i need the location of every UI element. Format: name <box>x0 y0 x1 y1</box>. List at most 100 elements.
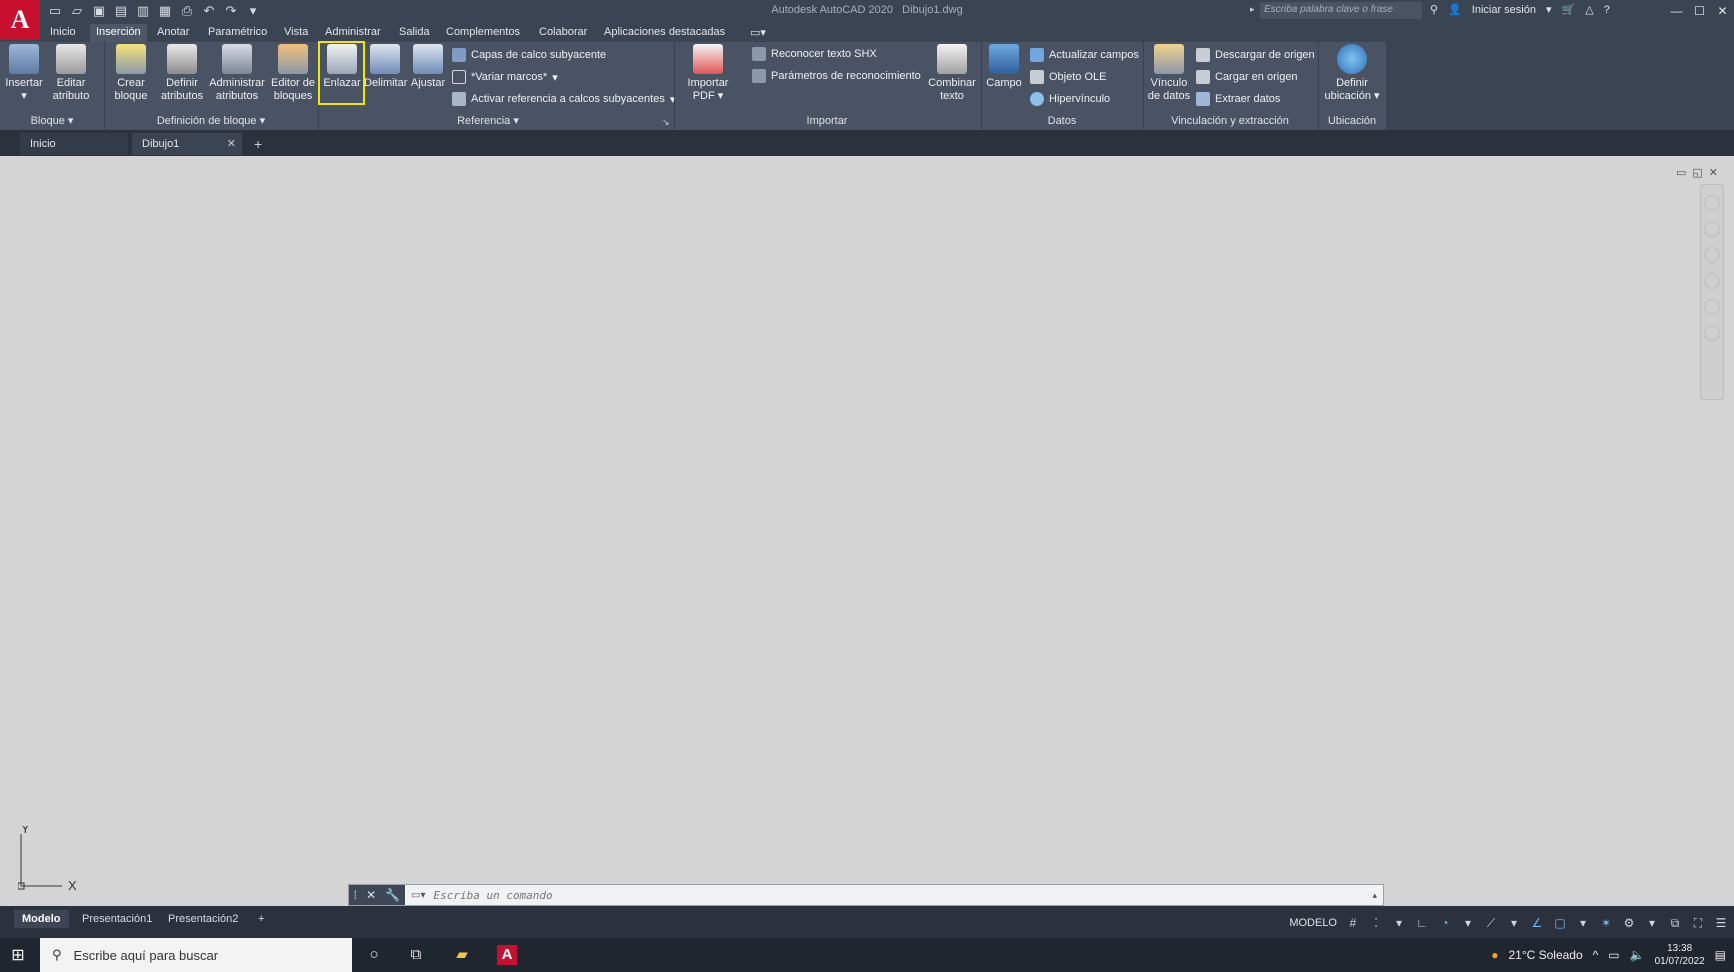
grip-icon[interactable]: ⁞ <box>354 888 357 902</box>
importar-pdf-button[interactable]: Importar PDF ▾ <box>680 44 736 103</box>
editar-atributo-button[interactable]: Editar atributo <box>48 44 94 103</box>
ajustar-button[interactable]: Ajustar <box>408 44 448 90</box>
delimitar-button[interactable]: Delimitar <box>364 44 407 90</box>
descargar-origen-button[interactable]: Descargar de origen <box>1196 46 1315 64</box>
autocad-logo-icon[interactable]: A <box>0 0 40 40</box>
tab-vista[interactable]: Vista <box>284 24 308 42</box>
plot-icon[interactable]: ▦ <box>156 2 174 20</box>
search-expand-icon[interactable]: ▸ <box>1250 4 1255 15</box>
close-icon[interactable]: ✕ <box>1711 0 1734 22</box>
tab-administrar[interactable]: Administrar <box>325 24 381 42</box>
wrench-icon[interactable]: 🔧 <box>385 888 400 902</box>
notifications-icon[interactable]: ▤ <box>1715 948 1726 962</box>
viewport-close-icon[interactable]: ✕ <box>1709 166 1718 179</box>
undo-icon[interactable]: ↶ <box>200 2 218 20</box>
tab-aplicaciones[interactable]: Aplicaciones destacadas <box>604 24 725 42</box>
campo-button[interactable]: Campo <box>984 44 1024 90</box>
isolate-objects-icon[interactable]: ⧉ <box>1668 916 1682 930</box>
volume-icon[interactable]: 🔈 <box>1630 948 1645 962</box>
tab-complementos[interactable]: Complementos <box>446 24 520 42</box>
minimize-icon[interactable]: — <box>1665 0 1688 22</box>
task-view-icon[interactable]: ⧉ <box>406 945 426 965</box>
actualizar-campos-button[interactable]: Actualizar campos <box>1030 46 1139 64</box>
windows-start-icon[interactable]: ⊞ <box>0 938 36 972</box>
chevron-down-icon[interactable]: ▾ <box>1392 916 1406 930</box>
parametros-reconocimiento-button[interactable]: Parámetros de reconocimiento <box>752 67 921 85</box>
object-snap-icon[interactable]: ▢ <box>1553 916 1567 930</box>
panel-title-definicion[interactable]: Definición de bloque ▾ <box>104 113 318 129</box>
isodraft-icon[interactable]: ⟋ <box>1484 916 1498 930</box>
chevron-down-icon[interactable]: ▾ <box>1461 916 1475 930</box>
workspace-gear-icon[interactable]: ⚙ <box>1622 916 1636 930</box>
showmotion-icon[interactable] <box>1704 325 1720 341</box>
reconocer-shx-button[interactable]: Reconocer texto SHX <box>752 45 877 63</box>
customize-menu-icon[interactable]: ☰ <box>1714 916 1728 930</box>
viewport-restore-icon[interactable]: ◱ <box>1692 166 1702 179</box>
new-file-icon[interactable]: ▭ <box>46 2 64 20</box>
insertar-button[interactable]: Insertar ▾ <box>4 44 44 103</box>
polar-icon[interactable]: ◔ <box>1438 916 1452 930</box>
chevron-up-icon[interactable]: ▴ <box>1372 890 1377 901</box>
save-as-icon[interactable]: ▤ <box>112 2 130 20</box>
dialog-launcher-icon[interactable]: ↘ <box>662 117 670 128</box>
tab-colaborar[interactable]: Colaborar <box>539 24 587 42</box>
tab-salida[interactable]: Salida <box>399 24 430 42</box>
close-icon[interactable]: ✕ <box>366 888 376 902</box>
model-space-button[interactable]: MODELO <box>1289 917 1337 929</box>
ribbon-options-icon[interactable]: ▭▾ <box>750 24 766 42</box>
administrar-atributos-button[interactable]: Administrar atributos <box>207 44 267 103</box>
steering-wheel-icon[interactable] <box>1704 195 1720 211</box>
chevron-down-icon[interactable]: ▾ <box>1576 916 1590 930</box>
user-icon[interactable]: 👤 <box>1448 3 1462 16</box>
tab-parametrico[interactable]: Paramétrico <box>208 24 267 42</box>
tab-insercion[interactable]: Inserción <box>90 24 147 42</box>
full-wheel-icon[interactable] <box>1704 221 1720 237</box>
chevron-up-icon[interactable]: ^ <box>1593 948 1599 962</box>
drawing-area[interactable]: ▭ ◱ ✕ Y X <box>0 156 1734 906</box>
command-input[interactable] <box>433 888 1334 902</box>
hipervinculo-button[interactable]: Hipervínculo <box>1030 90 1110 108</box>
object-snap-tracking-icon[interactable]: ∠ <box>1530 916 1544 930</box>
snap-icon[interactable]: ⁚ <box>1369 916 1383 930</box>
panel-title-referencia[interactable]: Referencia ▾ <box>318 113 658 129</box>
weather-text[interactable]: 21°C Soleado <box>1508 948 1582 962</box>
cart-icon[interactable]: 🛒 <box>1562 3 1576 16</box>
chevron-down-icon[interactable]: ▾ <box>1645 916 1659 930</box>
ortho-icon[interactable]: ∟ <box>1415 916 1429 930</box>
fullscreen-icon[interactable]: ⛶ <box>1691 916 1705 930</box>
definir-ubicacion-button[interactable]: Definir ubicación ▾ <box>1322 44 1382 103</box>
extraer-datos-button[interactable]: Extraer datos <box>1196 90 1280 108</box>
print-icon[interactable]: ⎙ <box>178 2 196 20</box>
pan-icon[interactable] <box>1704 247 1720 263</box>
orbit-icon[interactable] <box>1704 299 1720 315</box>
add-layout-icon[interactable]: + <box>250 910 272 928</box>
definir-atributos-button[interactable]: Definir atributos <box>158 44 206 103</box>
panel-title-bloque[interactable]: Bloque ▾ <box>0 113 104 129</box>
tab-inicio[interactable]: Inicio <box>50 24 76 42</box>
save-icon[interactable]: ▣ <box>90 2 108 20</box>
autocad-taskbar-icon[interactable]: A <box>497 945 517 965</box>
tab-start[interactable]: Inicio <box>20 133 128 155</box>
autodesk-a360-icon[interactable]: △ <box>1585 3 1593 16</box>
chevron-down-icon[interactable]: ▾ <box>1507 916 1521 930</box>
cargar-origen-button[interactable]: Cargar en origen <box>1196 68 1298 86</box>
activar-referencia-dropdown[interactable]: Activar referencia a calcos subyacentes ▾ <box>452 90 675 108</box>
binoculars-icon[interactable]: ⚲ <box>1430 3 1438 16</box>
help-icon[interactable]: ? <box>1604 4 1610 16</box>
tab-presentacion2[interactable]: Presentación2 <box>160 910 246 928</box>
recent-commands-icon[interactable]: ▭▾ <box>411 890 425 901</box>
new-tab-icon[interactable]: + <box>254 133 262 155</box>
close-icon[interactable]: ✕ <box>227 133 236 155</box>
tab-presentacion1[interactable]: Presentación1 <box>74 910 160 928</box>
tab-modelo[interactable]: Modelo <box>14 910 69 928</box>
editor-bloques-button[interactable]: Editor de bloques <box>268 44 318 103</box>
vinculo-datos-button[interactable]: Vínculo de datos <box>1146 44 1192 103</box>
publish-icon[interactable]: ▥ <box>134 2 152 20</box>
redo-icon[interactable]: ↷ <box>222 2 240 20</box>
objeto-ole-button[interactable]: Objeto OLE <box>1030 68 1106 86</box>
crear-bloque-button[interactable]: Crear bloque <box>110 44 152 103</box>
viewport-minimize-icon[interactable]: ▭ <box>1676 166 1686 179</box>
capas-calco-button[interactable]: Capas de calco subyacente <box>452 46 606 64</box>
sign-in-button[interactable]: Iniciar sesión <box>1472 4 1536 16</box>
taskbar-search[interactable]: ⚲ Escribe aquí para buscar <box>40 938 352 972</box>
